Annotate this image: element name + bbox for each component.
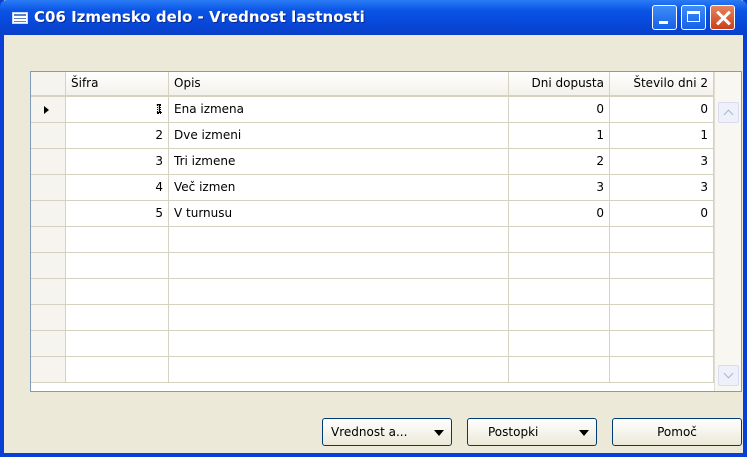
close-button[interactable] xyxy=(710,5,735,30)
opis-cell[interactable]: Dve izmeni xyxy=(169,123,509,149)
row-selector[interactable] xyxy=(31,175,66,201)
row-selector[interactable] xyxy=(31,201,66,227)
opis-cell[interactable]: Ena izmena xyxy=(169,97,509,123)
form-icon xyxy=(12,12,28,24)
sifra-cell[interactable]: 1 xyxy=(155,102,163,116)
column-header-opis[interactable]: Opis xyxy=(169,72,509,97)
sifra-cell[interactable]: 5 xyxy=(66,201,169,227)
empty-row[interactable] xyxy=(31,279,741,305)
header-selector xyxy=(31,72,66,97)
dni-dopusta-cell[interactable]: 1 xyxy=(509,123,610,149)
stevilo-dni-2-cell[interactable]: 3 xyxy=(610,149,714,175)
row-selector[interactable] xyxy=(31,97,66,123)
dni-dopusta-cell[interactable]: 0 xyxy=(509,201,610,227)
help-button[interactable]: Pomoč xyxy=(612,418,742,446)
empty-row[interactable] xyxy=(31,305,741,331)
pomoc-button-label: Pomoč xyxy=(657,425,697,439)
maximize-button[interactable] xyxy=(681,5,706,30)
stevilo-dni-2-cell[interactable]: 0 xyxy=(610,201,714,227)
postopki-button-label: Postopki xyxy=(488,425,539,439)
dni-dopusta-cell[interactable]: 3 xyxy=(509,175,610,201)
grid-header: Šifra Opis Dni dopusta Število dni 2 xyxy=(31,72,741,97)
row-selector[interactable] xyxy=(31,123,66,149)
vrednost-button-label: Vrednost a... xyxy=(331,425,408,439)
sifra-cell[interactable]: 4 xyxy=(66,175,169,201)
title-bar[interactable]: C06 Izmensko delo - Vrednost lastnosti xyxy=(0,0,747,35)
stevilo-dni-2-cell[interactable]: 1 xyxy=(610,123,714,149)
table-row[interactable]: 1 Ena izmena 0 0 xyxy=(31,97,741,123)
window-title: C06 Izmensko delo - Vrednost lastnosti xyxy=(34,8,365,26)
minimize-button[interactable] xyxy=(652,5,677,30)
column-header-sifra[interactable]: Šifra xyxy=(66,72,169,97)
vertical-scrollbar[interactable] xyxy=(714,72,741,391)
opis-cell[interactable]: Več izmen xyxy=(169,175,509,201)
table-row[interactable]: 2 Dve izmeni 1 1 xyxy=(31,123,741,149)
empty-row[interactable] xyxy=(31,331,741,357)
opis-cell[interactable]: V turnusu xyxy=(169,201,509,227)
empty-row[interactable] xyxy=(31,357,741,383)
table-row[interactable]: 3 Tri izmene 2 3 xyxy=(31,149,741,175)
column-header-stevilo-dni-2[interactable]: Število dni 2 xyxy=(610,72,714,97)
empty-row[interactable] xyxy=(31,253,741,279)
dni-dopusta-cell[interactable]: 0 xyxy=(509,97,610,123)
sifra-cell[interactable]: 3 xyxy=(66,149,169,175)
opis-cell[interactable]: Tri izmene xyxy=(169,149,509,175)
table-row[interactable]: 4 Več izmen 3 3 xyxy=(31,175,741,201)
stevilo-dni-2-cell[interactable]: 0 xyxy=(610,97,714,123)
stevilo-dni-2-cell[interactable]: 3 xyxy=(610,175,714,201)
current-row-arrow-icon xyxy=(44,106,49,114)
table-row[interactable]: 5 V turnusu 0 0 xyxy=(31,201,741,227)
dropdown-arrow-icon xyxy=(579,430,589,436)
data-grid[interactable]: Šifra Opis Dni dopusta Število dni 2 1 E… xyxy=(30,71,742,392)
row-selector[interactable] xyxy=(31,149,66,175)
column-header-dni-dopusta[interactable]: Dni dopusta xyxy=(509,72,610,97)
vrednost-menu-button[interactable]: Vrednost a... xyxy=(322,418,452,446)
sifra-cell[interactable]: 2 xyxy=(66,123,169,149)
dni-dopusta-cell[interactable]: 2 xyxy=(509,149,610,175)
empty-row[interactable] xyxy=(31,227,741,253)
dropdown-arrow-icon xyxy=(434,430,444,436)
scroll-down-arrow-icon[interactable] xyxy=(718,365,739,386)
postopki-menu-button[interactable]: Postopki xyxy=(467,418,597,446)
scroll-up-arrow-icon[interactable] xyxy=(718,102,739,123)
